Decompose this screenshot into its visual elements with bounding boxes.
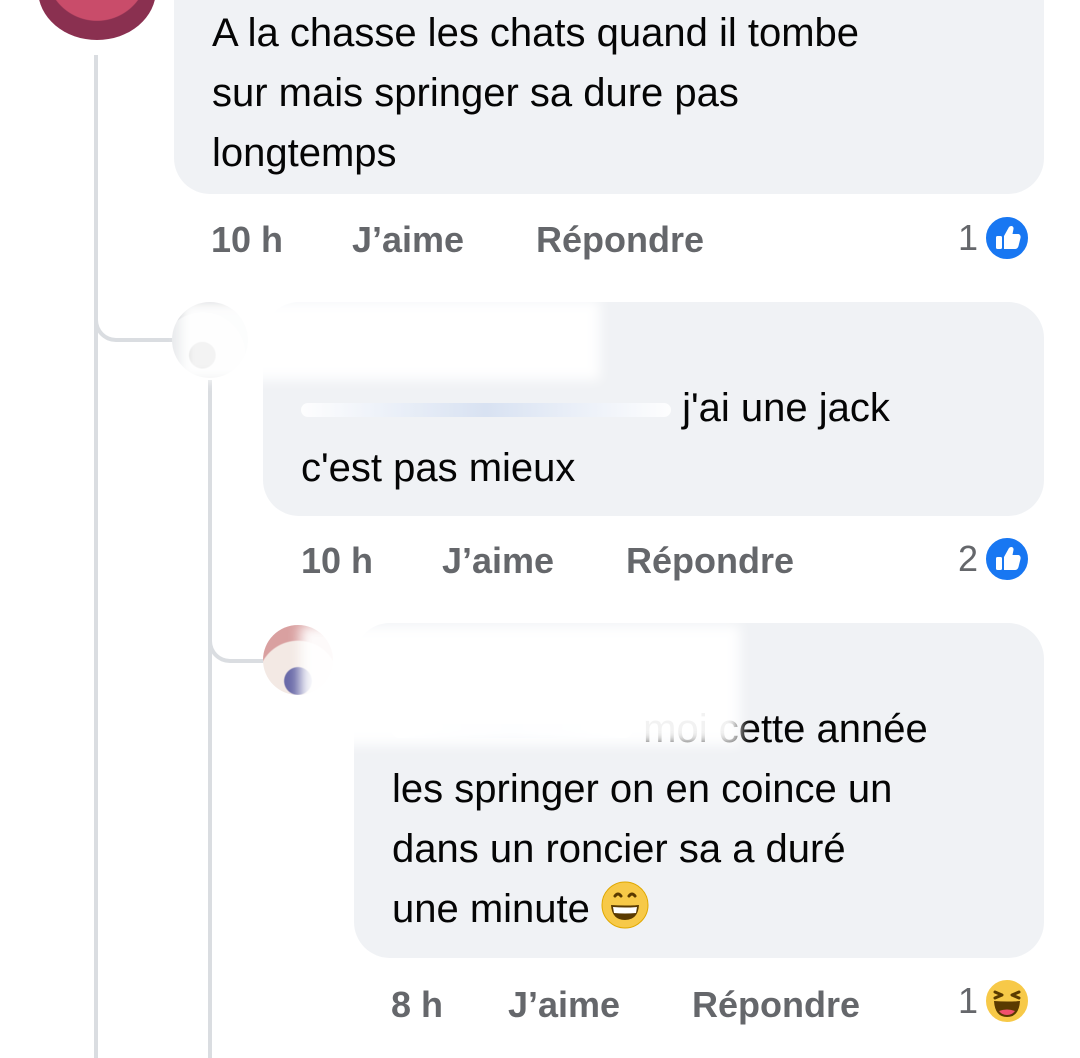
reaction-count: 2	[958, 538, 979, 579]
avatar[interactable]	[38, 0, 156, 40]
comment-text: A la chasse les chats quand il tombe sur…	[212, 11, 860, 175]
comment-actions: 10 h J’aime Répondre	[0, 215, 1080, 265]
comment-timestamp[interactable]: 10 h	[211, 215, 283, 265]
thread-connector-reply-1	[94, 290, 174, 342]
thread-connector-reply-2	[208, 615, 268, 663]
reply-button[interactable]: Répondre	[692, 980, 860, 1030]
reaction-count: 1	[958, 980, 979, 1021]
mention-tag[interactable]	[301, 403, 671, 418]
reaction-summary[interactable]: 2	[958, 534, 1031, 584]
comment-text-line: j'ai une jack	[301, 378, 1044, 438]
like-icon	[984, 536, 1031, 582]
reaction-summary[interactable]: 1	[958, 213, 1031, 263]
like-icon	[984, 215, 1031, 261]
comment-text: les springer on en coince un dans un ron…	[392, 767, 893, 931]
reaction-summary[interactable]: 1	[958, 976, 1031, 1026]
thread-line-reply	[208, 380, 212, 1058]
redacted-name	[300, 625, 740, 745]
comment-text-line: c'est pas mieux	[301, 446, 576, 490]
grinning-face-icon	[601, 881, 649, 929]
comment-actions: 8 h J’aime Répondre	[0, 980, 1080, 1030]
like-button[interactable]: J’aime	[352, 215, 464, 265]
like-button[interactable]: J’aime	[508, 980, 620, 1030]
comment-timestamp[interactable]: 8 h	[391, 980, 443, 1030]
comment-timestamp[interactable]: 10 h	[301, 536, 373, 586]
like-button[interactable]: J’aime	[442, 536, 554, 586]
comment-bubble: A la chasse les chats quand il tombe sur…	[174, 0, 1044, 194]
haha-icon	[984, 978, 1031, 1024]
redacted-name	[180, 300, 600, 380]
reaction-count: 1	[958, 217, 979, 258]
comment-actions: 10 h J’aime Répondre	[0, 536, 1080, 586]
reply-button[interactable]: Répondre	[536, 215, 704, 265]
reply-button[interactable]: Répondre	[626, 536, 794, 586]
